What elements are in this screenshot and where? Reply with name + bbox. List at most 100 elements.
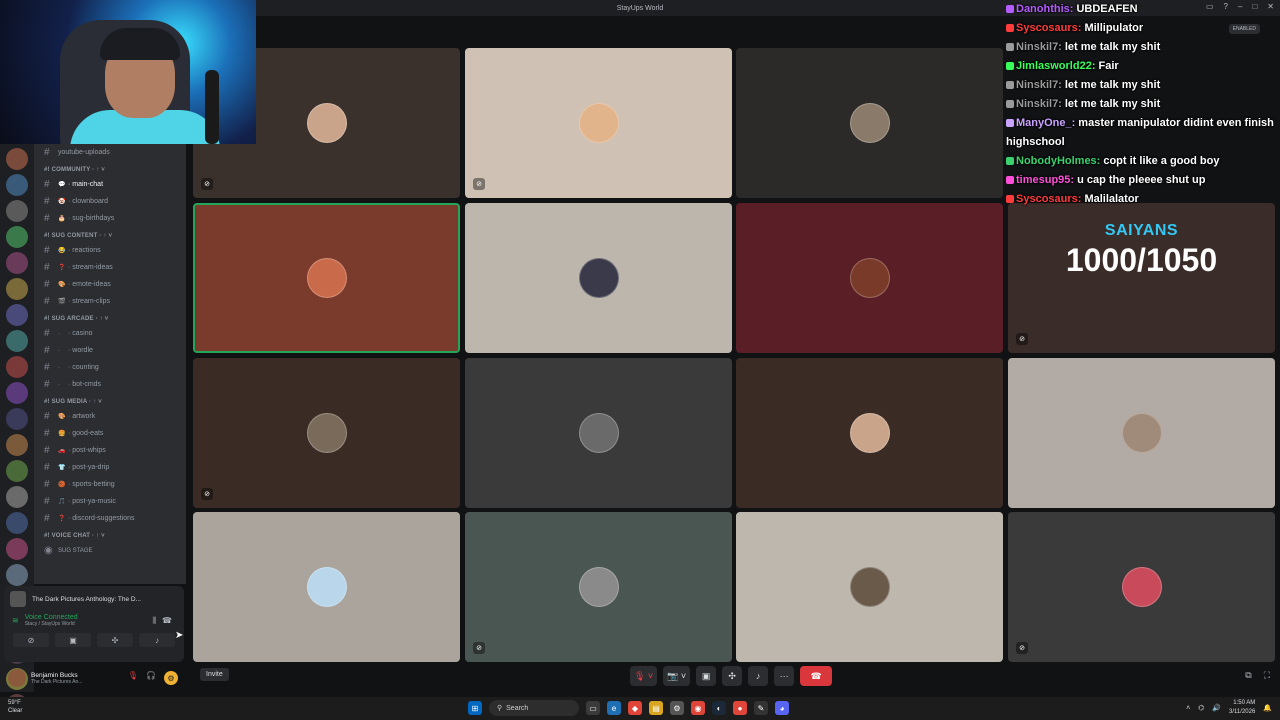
channel-stream-clips[interactable]: # 🎬 · stream-clips <box>34 293 186 310</box>
channel-good-eats[interactable]: # 🍔 · good-eats <box>34 425 186 442</box>
server-icon[interactable] <box>6 408 28 430</box>
participant-tile[interactable] <box>1008 358 1275 508</box>
server-icon[interactable] <box>6 252 28 274</box>
server-icon[interactable] <box>6 434 28 456</box>
participant-tile[interactable] <box>736 512 1003 662</box>
channel-emote-ideas[interactable]: # 🎨 · emote-ideas <box>34 276 186 293</box>
channel-category[interactable]: #! SUG CONTENT · ↑ ˅ <box>34 227 186 242</box>
participant-tile[interactable] <box>465 358 732 508</box>
channel-counting[interactable]: # · · counting <box>34 359 186 376</box>
chat-message: Ninskil7: let me talk my shit <box>1006 76 1278 95</box>
soundboard-button[interactable]: ♪ <box>139 633 175 647</box>
noise-suppression-icon[interactable]: ⫼ <box>152 616 156 626</box>
channel-post-whips[interactable]: # 🚗 · post-whips <box>34 442 186 459</box>
participant-tile[interactable] <box>193 512 460 662</box>
camera-toggle-button[interactable]: 📷 ˅ <box>663 666 691 686</box>
channel-post-ya-drip[interactable]: # 👕 · post-ya-drip <box>34 459 186 476</box>
headphones-icon[interactable]: 🎧 <box>146 671 156 685</box>
clock[interactable]: 1:50 AM 3/11/2026 <box>1229 699 1255 717</box>
volume-icon[interactable]: 🔊 <box>1212 704 1221 712</box>
user-status: The Dark Pictures An... <box>31 678 83 685</box>
mic-muted-icon[interactable]: 🎙 <box>128 671 138 685</box>
settings-icon[interactable]: ⚙ <box>670 701 684 715</box>
server-icon[interactable] <box>6 304 28 326</box>
channel-category[interactable]: #! COMMUNITY · ↑ ˅ <box>34 161 186 176</box>
server-icon[interactable] <box>6 200 28 222</box>
channel-sug-birthdays[interactable]: # 🎂 · sug-birthdays <box>34 210 186 227</box>
server-icon[interactable] <box>6 512 28 534</box>
tray-chevron-icon[interactable]: ˄ <box>1186 705 1190 712</box>
channel-clownboard[interactable]: # 🤡 · clownboard <box>34 193 186 210</box>
more-icon[interactable]: ··· <box>774 666 795 686</box>
server-icon[interactable] <box>6 486 28 508</box>
fullscreen-icon[interactable]: ⛶ <box>1264 670 1270 681</box>
server-icon[interactable] <box>6 382 28 404</box>
stage-channel[interactable]: ◉ SUG STAGE <box>34 542 186 559</box>
channel-sports-betting[interactable]: # 🏀 · sports-betting <box>34 476 186 493</box>
channel-partial[interactable]: # youtube-uploads <box>34 144 186 161</box>
invite-button[interactable]: Invite <box>200 668 229 681</box>
server-icon[interactable] <box>6 174 28 196</box>
taskbar-search[interactable]: ⚲ Search <box>489 700 579 716</box>
channel-category[interactable]: #! SUG ARCADE · ↑ ˅ <box>34 310 186 325</box>
disconnect-icon[interactable]: ☎ <box>162 616 172 625</box>
participant-tile[interactable] <box>736 358 1003 508</box>
channel-discord-suggestions[interactable]: # ❓ · discord-suggestions <box>34 510 186 527</box>
file-explorer-icon[interactable]: ▤ <box>649 701 663 715</box>
start-icon[interactable]: ⊞ <box>468 701 482 715</box>
avatar[interactable] <box>8 669 26 687</box>
server-icon[interactable] <box>6 538 28 560</box>
channel-casino[interactable]: # · · casino <box>34 325 186 342</box>
channel-bot-cmds[interactable]: # · · bot-cmds <box>34 376 186 393</box>
gear-icon[interactable]: ⚙ <box>164 671 178 685</box>
obs-icon[interactable]: ● <box>733 701 747 715</box>
camera-off-button[interactable]: ⊘ <box>13 633 49 647</box>
participant-tile[interactable]: ⊘ <box>465 512 732 662</box>
mic-toggle-button[interactable]: 🎙 ˅ <box>630 666 658 686</box>
channel-stream-ideas[interactable]: # ❓ · stream-ideas <box>34 259 186 276</box>
notepad-icon[interactable]: ✎ <box>754 701 768 715</box>
chrome-icon[interactable]: ◉ <box>691 701 705 715</box>
copilot-icon[interactable]: ◆ <box>628 701 642 715</box>
participant-tile[interactable] <box>736 203 1003 353</box>
screen-share-button[interactable]: ▣ <box>55 633 91 647</box>
participant-tile[interactable] <box>465 203 732 353</box>
channel-artwork[interactable]: # 🎨 · artwork <box>34 408 186 425</box>
steam-icon[interactable]: ◐ <box>712 701 726 715</box>
chat-username: Danohthis: <box>1016 3 1074 15</box>
activities-icon[interactable]: ✣ <box>722 666 743 686</box>
participant-tile[interactable] <box>736 48 1003 198</box>
server-icon[interactable] <box>6 330 28 352</box>
channel-category[interactable]: #! VOICE CHAT · ↑ ˅ <box>34 527 186 542</box>
participant-tile[interactable]: ⊘ <box>465 48 732 198</box>
server-icon[interactable] <box>6 278 28 300</box>
activities-button[interactable]: ✣ <box>97 633 133 647</box>
participant-tile[interactable]: ⊘ <box>193 358 460 508</box>
participant-tile[interactable]: ⊘ <box>1008 512 1275 662</box>
voice-channel-label[interactable]: Stacy / StayUps World <box>25 621 78 627</box>
server-icon[interactable] <box>6 148 28 170</box>
channel-post-ya-music[interactable]: # 🎵 · post-ya-music <box>34 493 186 510</box>
weather-widget[interactable]: 59°F Clear <box>8 699 22 715</box>
notification-icon[interactable]: 🔔 <box>1263 704 1272 712</box>
popout-icon[interactable]: ⧉ <box>1245 670 1251 681</box>
edge-icon[interactable]: e <box>607 701 621 715</box>
discord-icon[interactable]: ◕ <box>775 701 789 715</box>
soundboard-icon[interactable]: ♪ <box>748 666 769 686</box>
channel-wordle[interactable]: # · · wordle <box>34 342 186 359</box>
channel-category[interactable]: #! SUG MEDIA · ↑ ˅ <box>34 393 186 408</box>
leave-call-button[interactable]: ☎ <box>800 666 833 686</box>
channel-main-chat[interactable]: # 💬 · main-chat <box>34 176 186 193</box>
channel-reactions[interactable]: # 😂 · reactions <box>34 242 186 259</box>
server-icon[interactable] <box>6 226 28 248</box>
activity-row[interactable]: The Dark Pictures Anthology: The D... <box>4 586 184 612</box>
participant-tile[interactable] <box>193 203 460 353</box>
server-icon[interactable] <box>6 460 28 482</box>
signal-icon[interactable]: ≋ <box>12 616 19 625</box>
task-view-icon[interactable]: ▭ <box>586 701 600 715</box>
screen-share-icon[interactable]: ▣ <box>696 666 717 686</box>
server-icon[interactable] <box>6 356 28 378</box>
network-icon[interactable]: ⌬ <box>1198 704 1204 712</box>
server-icon[interactable] <box>6 564 28 586</box>
channel-label: · sports-betting <box>68 481 115 488</box>
